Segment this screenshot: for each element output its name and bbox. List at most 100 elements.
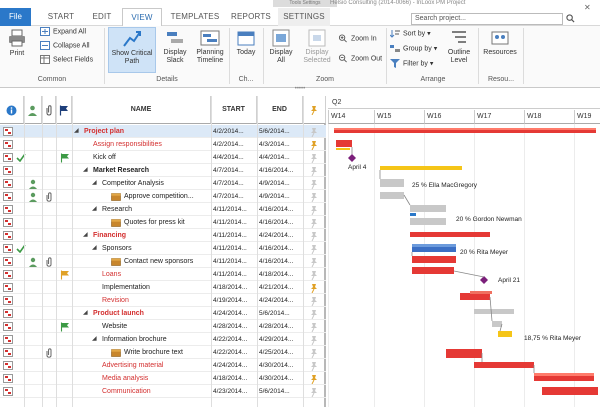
summary-bar-highlight[interactable]	[334, 128, 596, 130]
pin-icon[interactable]	[309, 257, 319, 268]
pin-icon[interactable]	[309, 231, 319, 242]
task-start-date[interactable]: 4/22/2014...	[213, 333, 257, 346]
pin-icon[interactable]	[309, 218, 319, 229]
pin-icon[interactable]	[309, 140, 319, 151]
task-name[interactable]: Information brochure	[102, 333, 209, 346]
resource-column-header[interactable]	[24, 96, 42, 124]
table-row[interactable]: Website 4/28/2014... 4/28/2014...	[0, 320, 326, 333]
tab-edit[interactable]: EDIT	[84, 8, 120, 26]
task-bar-loans[interactable]	[412, 267, 454, 274]
search-input[interactable]: Search project...	[411, 13, 563, 25]
task-end-date[interactable]: 4/24/2014...	[259, 294, 303, 307]
task-end-date[interactable]: 4/28/2014...	[259, 320, 303, 333]
task-bar-advertising[interactable]	[474, 362, 534, 368]
zoom-out-button[interactable]: Zoom Out	[338, 54, 382, 64]
table-row[interactable]: ◢ Product launch 4/24/2014... 5/6/2014...	[0, 307, 326, 320]
task-name[interactable]: Market Research	[93, 164, 209, 177]
task-bar-approve-competition[interactable]	[380, 192, 404, 199]
task-bar-revision[interactable]	[460, 293, 490, 300]
task-name[interactable]: Communication	[102, 385, 209, 398]
task-bar-information-brochure[interactable]	[498, 331, 512, 337]
pin-icon[interactable]	[309, 387, 319, 398]
print-button[interactable]: Print	[2, 28, 32, 58]
task-start-date[interactable]: 4/11/2014...	[213, 268, 257, 281]
pin-icon[interactable]	[309, 179, 319, 190]
task-end-date[interactable]: 4/25/2014...	[259, 346, 303, 359]
display-slack-button[interactable]: Display Slack	[158, 29, 192, 65]
task-start-date[interactable]: 4/7/2014...	[213, 177, 257, 190]
table-row[interactable]: ◢ Market Research 4/7/2014... 4/16/2014...	[0, 164, 326, 177]
task-end-date[interactable]: 4/18/2014...	[259, 268, 303, 281]
pin-icon[interactable]	[309, 244, 319, 255]
pin-icon[interactable]	[309, 296, 319, 307]
task-start-date[interactable]: 4/28/2014...	[213, 320, 257, 333]
tab-view[interactable]: VIEW	[122, 8, 162, 27]
progress-indicator[interactable]	[410, 213, 416, 216]
task-start-date[interactable]: 4/11/2014...	[213, 203, 257, 216]
task-start-date[interactable]: 4/11/2014...	[213, 255, 257, 268]
task-bar-website[interactable]	[492, 321, 502, 327]
task-end-date[interactable]: 5/6/2014...	[259, 307, 303, 320]
task-name[interactable]: Quotes for press kit	[124, 216, 209, 229]
table-row[interactable]: Advertising material 4/24/2014... 4/30/201…	[0, 359, 326, 372]
task-end-date[interactable]: 4/16/2014...	[259, 255, 303, 268]
task-name[interactable]: Implementation	[102, 281, 209, 294]
task-start-date[interactable]: 4/18/2014...	[213, 372, 257, 385]
pin-icon[interactable]	[309, 361, 319, 372]
task-name[interactable]: Advertising material	[102, 359, 209, 372]
tab-start[interactable]: START	[40, 8, 82, 26]
task-bar-communication[interactable]	[542, 387, 598, 395]
task-bar-quotes[interactable]	[410, 218, 446, 225]
table-row[interactable]: Write brochure text 4/22/2014... 4/25/2014…	[0, 346, 326, 359]
collapse-all-button[interactable]: Collapse All	[40, 41, 90, 51]
task-name[interactable]: Website	[102, 320, 209, 333]
collapse-toggle-icon[interactable]: ◢	[74, 125, 82, 138]
attachment-column-header[interactable]	[42, 96, 56, 124]
close-icon[interactable]: ✕	[584, 3, 591, 12]
task-end-date[interactable]: 4/30/2014...	[259, 372, 303, 385]
tab-reports[interactable]: REPORTS	[228, 8, 274, 26]
pin-icon[interactable]	[309, 153, 319, 164]
tab-templates[interactable]: TEMPLATES	[166, 8, 224, 26]
table-row[interactable]: Communication 4/23/2014... 5/6/2014...	[0, 385, 326, 398]
display-all-button[interactable]: Display All	[266, 29, 296, 65]
task-start-date[interactable]: 4/24/2014...	[213, 307, 257, 320]
progress-bar[interactable]	[336, 148, 350, 150]
task-end-date[interactable]: 4/29/2014...	[259, 333, 303, 346]
task-end-date[interactable]: 4/16/2014...	[259, 164, 303, 177]
filter-by-button[interactable]: Filter by ▾	[390, 59, 433, 69]
task-end-date[interactable]: 4/9/2014...	[259, 190, 303, 203]
task-bar-shadow[interactable]	[470, 291, 492, 294]
splitter-grip[interactable]: •••••	[291, 86, 309, 92]
pin-icon[interactable]	[309, 309, 319, 320]
table-row[interactable]: ◢ Information brochure 4/22/2014... 4/29/20…	[0, 333, 326, 346]
task-end-date[interactable]: 4/30/2014...	[259, 359, 303, 372]
task-bar-write-brochure[interactable]	[446, 349, 482, 358]
info-column-header[interactable]	[0, 96, 24, 124]
task-name[interactable]: Product launch	[93, 307, 209, 320]
task-name[interactable]: Write brochure text	[124, 346, 209, 359]
summary-bar-financing[interactable]	[410, 232, 490, 237]
pin-icon[interactable]	[309, 192, 319, 203]
task-bar-contact-sponsors[interactable]	[412, 256, 456, 263]
table-row[interactable]: ◢ Financing 4/11/2014... 4/24/2014...	[0, 229, 326, 242]
task-end-date[interactable]: 5/6/2014...	[259, 385, 303, 398]
task-end-date[interactable]: 4/16/2014...	[259, 203, 303, 216]
collapse-toggle-icon[interactable]: ◢	[83, 307, 91, 320]
table-row[interactable]: Revision 4/19/2014... 4/24/2014...	[0, 294, 326, 307]
pin-icon[interactable]	[309, 166, 319, 177]
task-start-date[interactable]: 4/23/2014...	[213, 385, 257, 398]
task-name[interactable]: Kick off	[93, 151, 209, 164]
collapse-toggle-icon[interactable]: ◢	[83, 229, 91, 242]
task-end-date[interactable]: 4/16/2014...	[259, 216, 303, 229]
task-name[interactable]: Financing	[93, 229, 209, 242]
pin-icon[interactable]	[309, 335, 319, 346]
table-row[interactable]: Implementation 4/18/2014... 4/21/2014...	[0, 281, 326, 294]
task-bar-highlight[interactable]	[412, 244, 456, 247]
task-name[interactable]: Contact new sponsors	[124, 255, 209, 268]
task-start-date[interactable]: 4/18/2014...	[213, 281, 257, 294]
zoom-in-button[interactable]: Zoom In	[338, 34, 377, 44]
task-name[interactable]: Revision	[102, 294, 209, 307]
task-bar-research[interactable]	[410, 205, 446, 212]
task-end-date[interactable]: 4/24/2014...	[259, 229, 303, 242]
